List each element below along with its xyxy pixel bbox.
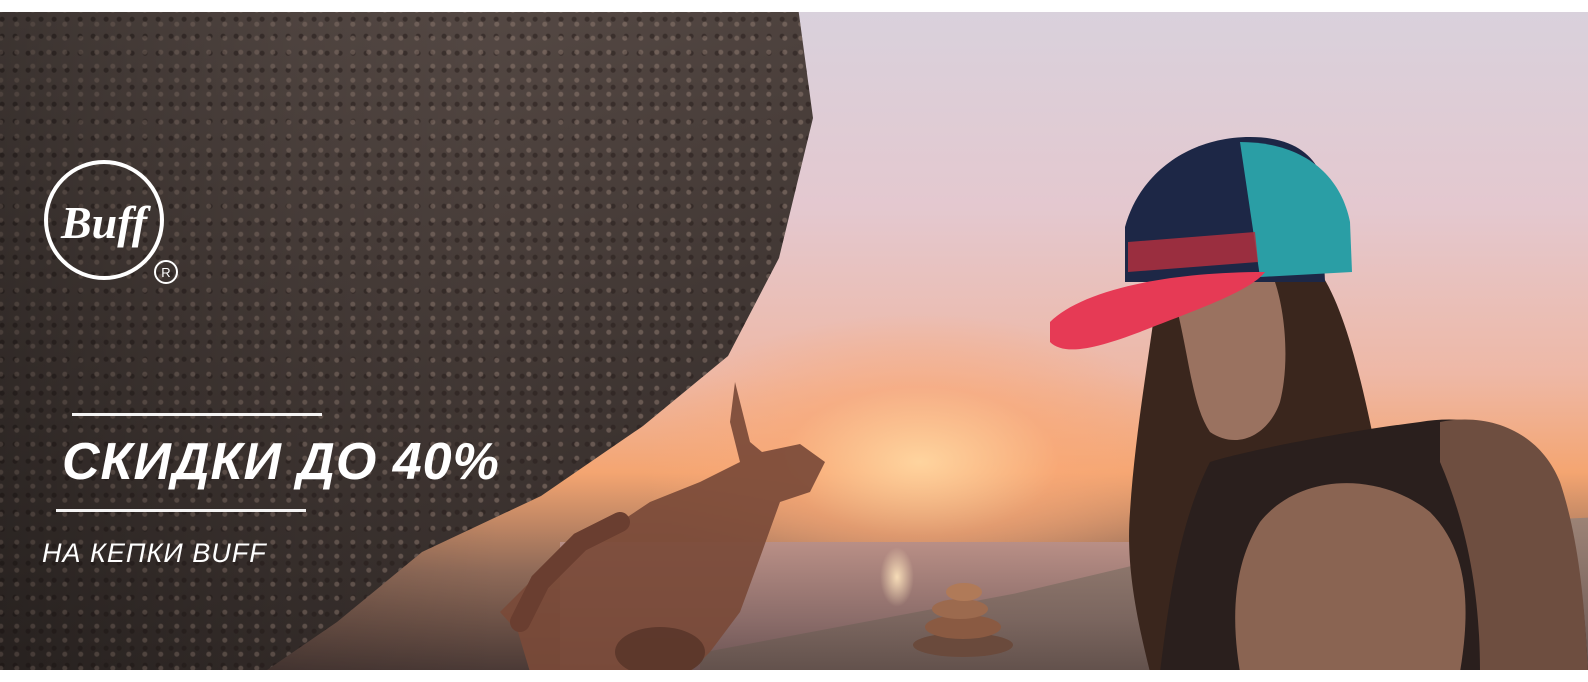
promo-banner[interactable]: Buff R СКИДКИ ДО 40% НА КЕПКИ BUFF	[0, 12, 1588, 670]
boulder-shadow	[0, 12, 500, 670]
registered-mark: R	[161, 265, 170, 280]
discount-headline: СКИДКИ ДО 40%	[62, 433, 500, 491]
headline-bottom-rule	[56, 509, 306, 512]
logo-wordmark: Buff	[60, 197, 152, 248]
headline-top-rule	[72, 413, 322, 416]
woman-in-cap-image	[1050, 137, 1588, 670]
stone-cairn-image	[913, 583, 1013, 657]
climber-silhouette-image	[500, 382, 825, 670]
buff-logo[interactable]: Buff R	[42, 160, 182, 290]
discount-subline: НА КЕПКИ BUFF	[42, 538, 267, 568]
